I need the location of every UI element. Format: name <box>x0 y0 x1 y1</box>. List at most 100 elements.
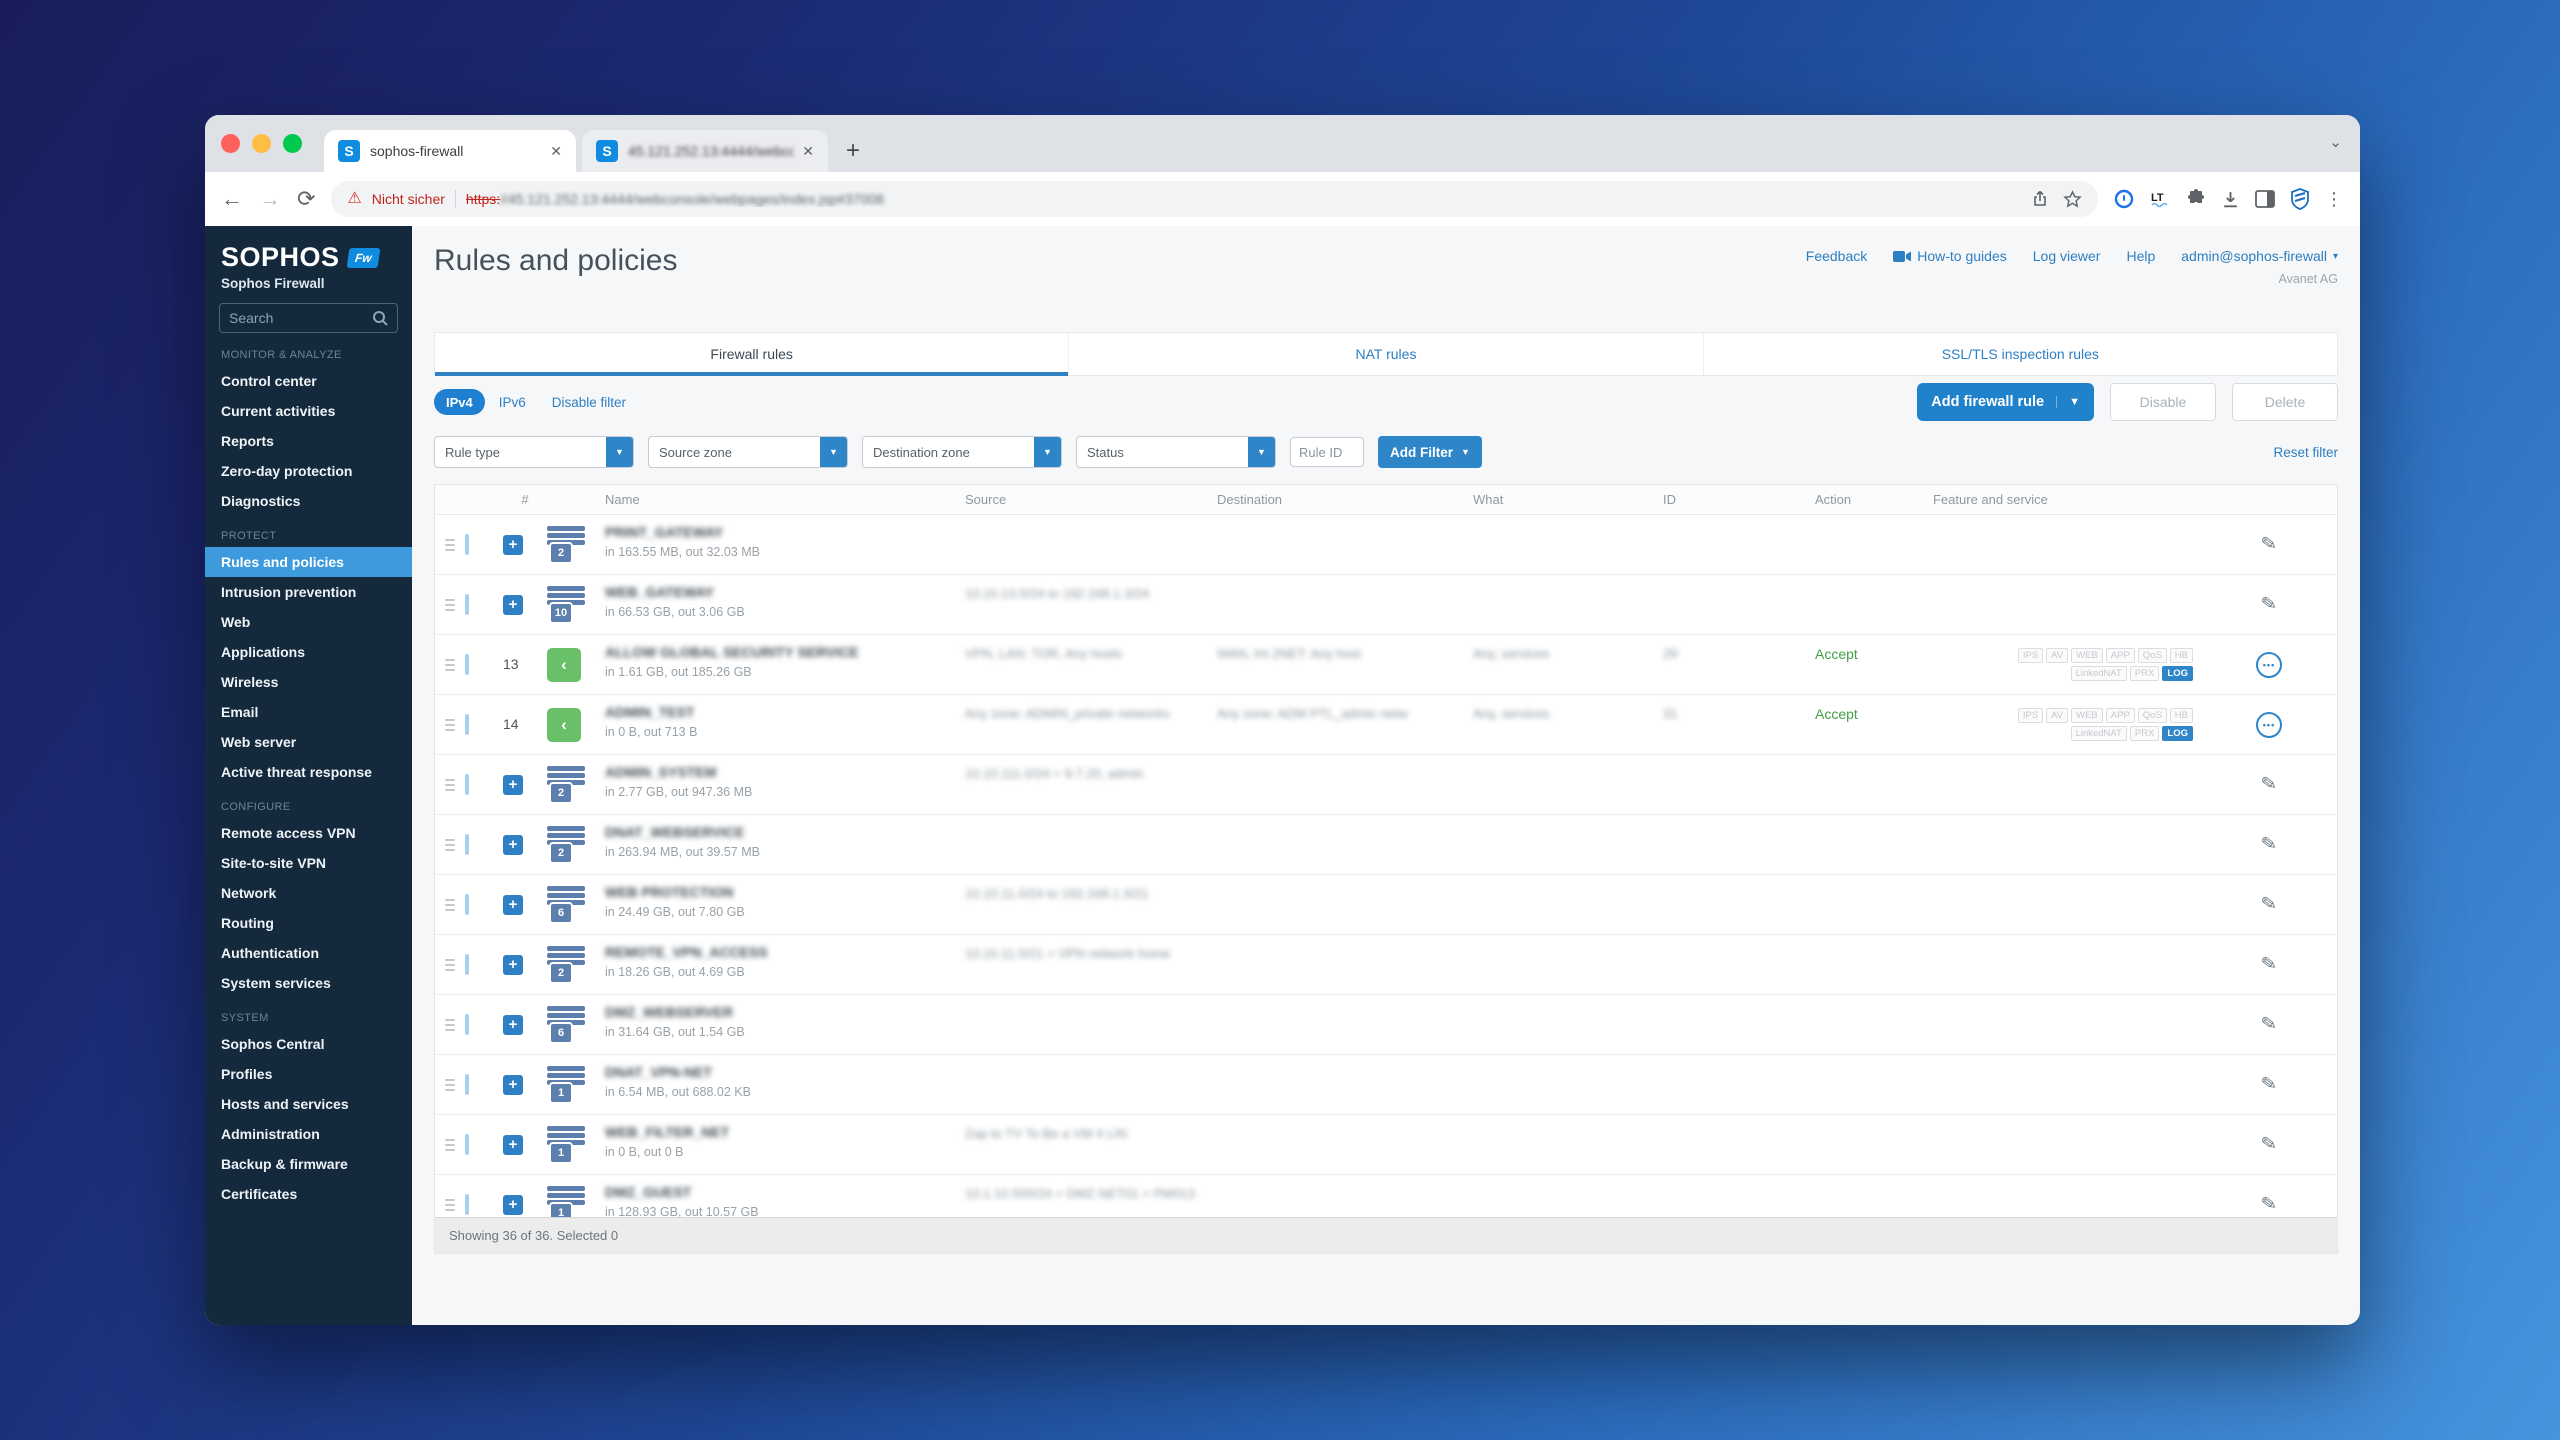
sidebar-item-reports[interactable]: Reports <box>205 426 412 456</box>
close-window-icon[interactable] <box>221 134 240 153</box>
sidebar-item-web[interactable]: Web <box>205 607 412 637</box>
password-manager-icon[interactable] <box>2114 189 2134 209</box>
filter-dropdown-destination-zone[interactable]: Destination zone▼ <box>862 436 1062 468</box>
sidebar-item-rules-and-policies[interactable]: Rules and policies <box>205 547 412 577</box>
tab-nat-rules[interactable]: NAT rules <box>1069 333 1703 375</box>
filter-dropdown-status[interactable]: Status▼ <box>1076 436 1276 468</box>
row-checkbox[interactable] <box>465 894 469 915</box>
row-checkbox[interactable] <box>465 534 469 555</box>
filter-dropdown-rule-type[interactable]: Rule type▼ <box>434 436 634 468</box>
row-checkbox[interactable] <box>465 774 469 795</box>
sidebar-item-network[interactable]: Network <box>205 878 412 908</box>
sophos-shield-icon[interactable] <box>2290 188 2310 210</box>
drag-handle-icon[interactable] <box>445 959 455 971</box>
expand-group-icon[interactable]: + <box>503 535 523 555</box>
help-link[interactable]: Help <box>2126 248 2155 264</box>
drag-handle-icon[interactable] <box>445 1079 455 1091</box>
bookmark-star-icon[interactable] <box>2063 190 2082 209</box>
table-row[interactable]: +2DNAT_WEBSERVICEin 263.94 MB, out 39.57… <box>435 815 2337 875</box>
reset-filter-link[interactable]: Reset filter <box>2273 445 2338 460</box>
edit-rule-icon[interactable]: ✎ <box>2260 1072 2279 1097</box>
minimize-window-icon[interactable] <box>252 134 271 153</box>
sidebar-item-wireless[interactable]: Wireless <box>205 667 412 697</box>
expand-group-icon[interactable]: + <box>503 1195 523 1215</box>
rule-more-menu-icon[interactable]: ••• <box>2256 712 2282 738</box>
edit-rule-icon[interactable]: ✎ <box>2260 532 2279 557</box>
feedback-link[interactable]: Feedback <box>1806 248 1867 264</box>
chevron-down-icon[interactable]: ▼ <box>820 437 847 467</box>
row-checkbox[interactable] <box>465 1074 469 1095</box>
disable-filter-link[interactable]: Disable filter <box>552 395 626 410</box>
sidebar-item-active-threat-response[interactable]: Active threat response <box>205 757 412 787</box>
edit-rule-icon[interactable]: ✎ <box>2260 892 2279 917</box>
download-icon[interactable] <box>2221 190 2240 209</box>
tab-overflow-chevron-icon[interactable]: ⌄ <box>2329 133 2342 151</box>
row-checkbox[interactable] <box>465 1194 469 1215</box>
row-checkbox[interactable] <box>465 834 469 855</box>
drag-handle-icon[interactable] <box>445 899 455 911</box>
rule-more-menu-icon[interactable]: ••• <box>2256 652 2282 678</box>
sidebar-item-administration[interactable]: Administration <box>205 1119 412 1149</box>
sidebar-item-routing[interactable]: Routing <box>205 908 412 938</box>
address-bar[interactable]: ⚠ Nicht sicher https://45.121.252.13:444… <box>331 181 2098 217</box>
tab-ssl-tls-inspection-rules[interactable]: SSL/TLS inspection rules <box>1704 333 2337 375</box>
table-row[interactable]: +10WEB_GATEWAYin 66.53 GB, out 3.06 GB10… <box>435 575 2337 635</box>
chevron-down-icon[interactable]: ▼ <box>1034 437 1061 467</box>
search-input[interactable] <box>229 310 364 326</box>
tab-close-icon[interactable]: ✕ <box>550 143 562 160</box>
tab-close-icon[interactable]: ✕ <box>802 143 814 160</box>
browser-tab-sophos-firewall[interactable]: S sophos-firewall ✕ <box>324 130 576 172</box>
table-row[interactable]: 14‹ADMIN_TESTin 0 B, out 713 BAny zone: … <box>435 695 2337 755</box>
side-panel-icon[interactable] <box>2255 190 2275 208</box>
row-checkbox[interactable] <box>465 1134 469 1155</box>
extensions-puzzle-icon[interactable] <box>2186 189 2206 209</box>
expand-group-icon[interactable]: + <box>503 1135 523 1155</box>
row-checkbox[interactable] <box>465 654 469 675</box>
tab-firewall-rules[interactable]: Firewall rules <box>435 333 1069 375</box>
back-icon[interactable]: ← <box>221 188 243 210</box>
table-row[interactable]: +2REMOTE_VPN_ACCESSin 18.26 GB, out 4.69… <box>435 935 2337 995</box>
sidebar-item-applications[interactable]: Applications <box>205 637 412 667</box>
expand-group-icon[interactable]: + <box>503 775 523 795</box>
drag-handle-icon[interactable] <box>445 1139 455 1151</box>
table-row[interactable]: +6DMZ_WEBSERVERin 31.64 GB, out 1.54 GB✎ <box>435 995 2337 1055</box>
new-tab-button[interactable]: + <box>838 136 868 166</box>
edit-rule-icon[interactable]: ✎ <box>2260 832 2279 857</box>
table-row[interactable]: +1WEB_FILTER_NETin 0 B, out 0 BZap to TV… <box>435 1115 2337 1175</box>
expand-group-icon[interactable]: + <box>503 1015 523 1035</box>
drag-handle-icon[interactable] <box>445 599 455 611</box>
drag-handle-icon[interactable] <box>445 779 455 791</box>
languagetool-icon[interactable]: LT <box>2149 189 2171 209</box>
row-checkbox[interactable] <box>465 1014 469 1035</box>
chevron-down-icon[interactable]: ▼ <box>1248 437 1275 467</box>
row-checkbox[interactable] <box>465 714 469 735</box>
row-checkbox[interactable] <box>465 954 469 975</box>
log-viewer-link[interactable]: Log viewer <box>2033 248 2101 264</box>
expand-group-icon[interactable]: + <box>503 835 523 855</box>
drag-handle-icon[interactable] <box>445 1019 455 1031</box>
sidebar-item-diagnostics[interactable]: Diagnostics <box>205 486 412 516</box>
edit-rule-icon[interactable]: ✎ <box>2260 1132 2279 1157</box>
edit-rule-icon[interactable]: ✎ <box>2260 1192 2279 1217</box>
drag-handle-icon[interactable] <box>445 539 455 551</box>
sidebar-item-backup-firmware[interactable]: Backup & firmware <box>205 1149 412 1179</box>
sidebar-item-authentication[interactable]: Authentication <box>205 938 412 968</box>
sidebar-item-remote-access-vpn[interactable]: Remote access VPN <box>205 818 412 848</box>
table-row[interactable]: +2PRINT_GATEWAYin 163.55 MB, out 32.03 M… <box>435 515 2337 575</box>
forward-icon[interactable]: → <box>259 188 281 210</box>
drag-handle-icon[interactable] <box>445 719 455 731</box>
expand-group-icon[interactable]: + <box>503 595 523 615</box>
sidebar-item-zero-day-protection[interactable]: Zero-day protection <box>205 456 412 486</box>
sidebar-search[interactable] <box>219 303 398 333</box>
sidebar-item-control-center[interactable]: Control center <box>205 366 412 396</box>
ipv4-filter-pill[interactable]: IPv4 <box>434 389 485 415</box>
browser-tab-secondary[interactable]: S 45.121.252.13:4444/webconsole ✕ <box>582 130 828 172</box>
sidebar-item-certificates[interactable]: Certificates <box>205 1179 412 1209</box>
table-row[interactable]: +6WEB PROTECTIONin 24.49 GB, out 7.80 GB… <box>435 875 2337 935</box>
expand-group-icon[interactable]: + <box>503 955 523 975</box>
filter-dropdown-source-zone[interactable]: Source zone▼ <box>648 436 848 468</box>
delete-button[interactable]: Delete <box>2232 383 2338 421</box>
edit-rule-icon[interactable]: ✎ <box>2260 592 2279 617</box>
row-checkbox[interactable] <box>465 594 469 615</box>
browser-menu-icon[interactable]: ⋮ <box>2325 189 2344 210</box>
